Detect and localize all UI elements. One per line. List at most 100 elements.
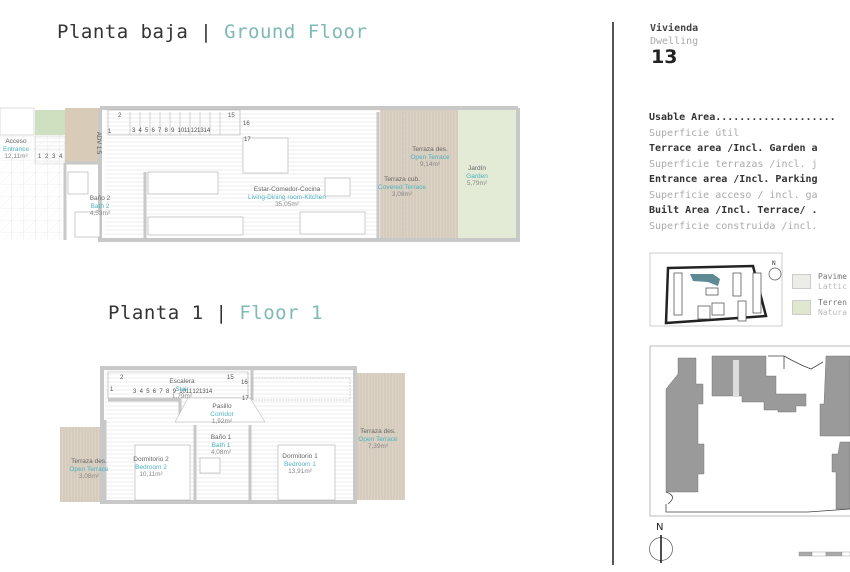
stair-step-number: 5 xyxy=(145,128,149,134)
room-name-es: Acceso xyxy=(5,138,27,145)
room-name-es: Escalera xyxy=(169,378,195,385)
terrace-area-en: Terrace area /Incl. Garden a xyxy=(649,143,818,154)
room-area: 10,11m² xyxy=(139,471,163,478)
legend-label-es: Terren xyxy=(818,298,847,307)
room-open-terrace-right: Terraza des. Open Terrace 7,39m² xyxy=(358,428,397,451)
room-area: 35,05m² xyxy=(275,201,299,208)
room-name-en: Entrance xyxy=(2,145,30,153)
stair-step-number: 1 xyxy=(110,387,114,393)
room-name-en: Corridor xyxy=(210,410,234,418)
title-en: Ground Floor xyxy=(224,21,368,43)
stair-step-number: 6 xyxy=(151,128,155,134)
room-name-en: Stair xyxy=(175,385,189,393)
stair-step-number: 5 xyxy=(146,389,150,395)
ground-floor-title: Planta baja | Ground Floor xyxy=(57,21,367,43)
room-bath-1: Baño 1 Bath 1 4,08m² xyxy=(211,434,232,457)
room-covered-terrace: Terraza cub. Covered Terrace 3,08m² xyxy=(378,176,426,199)
stair-step-number: 8 xyxy=(164,128,168,134)
room-name-en: Open Terrace xyxy=(358,435,398,443)
area-list: Usable Area.................... Superfic… xyxy=(649,110,836,234)
room-area: 9,14m² xyxy=(419,161,441,168)
room-name-es: Dormitorio 2 xyxy=(133,456,169,463)
legend-label-es: Pavime xyxy=(818,272,847,281)
stair-step-number: 17 xyxy=(242,396,249,402)
room-area: 1,79m² xyxy=(171,393,193,400)
room-stair: Escalera Stair 1,79m² xyxy=(169,378,194,401)
stair-step-number: 7 xyxy=(158,128,162,134)
room-entrance: Acceso Entrance 12,11m² xyxy=(3,138,29,161)
legend-label-en: Natura xyxy=(818,308,847,317)
room-garden: Jardín Garden 5,79m² xyxy=(466,165,488,188)
legend-swatch-natural-ground xyxy=(792,300,811,315)
stair-step-number: 17 xyxy=(244,137,251,143)
room-bedroom-2: Dormitorio 2 Bedroom 2 10,11m² xyxy=(133,456,168,479)
room-name-en: Bedroom 1 xyxy=(284,460,316,468)
stair-step-number: 9 xyxy=(171,128,175,134)
site-north-label: N xyxy=(772,260,776,267)
stair-step-number: 4 xyxy=(59,154,63,160)
room-bedroom-1: Dormitorio 1 Bedroom 1 13,91m² xyxy=(282,453,317,476)
room-name-en: Bedroom 2 xyxy=(135,463,167,471)
dwelling-label-es: Vivienda xyxy=(650,23,699,34)
room-name-en: Covered Terrace xyxy=(378,183,426,191)
room-name-en: Garden xyxy=(466,172,488,180)
room-open-terrace: Terraza des. Open Terrace 9,14m² xyxy=(410,146,449,169)
room-area: 5,79m² xyxy=(466,180,488,187)
stair-step-number: 4 xyxy=(139,389,143,395)
stair-step-number: 15 xyxy=(227,375,234,381)
divider xyxy=(612,22,614,565)
stair-step-number: 16 xyxy=(243,121,250,127)
floor1-title: Planta 1 | Floor 1 xyxy=(108,302,323,324)
stair-step-number: 4 xyxy=(138,128,142,134)
stair-step-number: 3 xyxy=(52,154,56,160)
site-plan xyxy=(649,345,850,517)
stair-step-number: 6 xyxy=(152,389,157,395)
room-area: 4,53m² xyxy=(89,210,111,217)
room-corridor: Pasillo Corridor 1,92m² xyxy=(210,403,233,426)
room-name-en: Open Terrace xyxy=(69,465,109,473)
built-area-en: Built Area /Incl. Terrace/ . xyxy=(649,205,818,216)
room-area: 7,39m² xyxy=(367,443,389,450)
usable-area-en: Usable Area.................... xyxy=(649,112,836,123)
title-en: Floor 1 xyxy=(239,302,323,324)
stair-step-number: 11 xyxy=(184,128,191,134)
scale-bar xyxy=(798,551,850,557)
room-area: 4,08m² xyxy=(210,449,232,456)
north-label: N xyxy=(656,522,664,533)
terrace-area-es: Superficie terrazas /incl. j xyxy=(649,158,818,170)
room-area: 3,08m² xyxy=(78,473,100,480)
room-name-es: Terraza des. xyxy=(71,458,107,465)
room-name-es: Baño 1 xyxy=(210,434,232,441)
stair-step-number: 14 xyxy=(203,128,211,134)
room-name-es: Jardín xyxy=(467,165,487,172)
room-open-terrace-left: Terraza des. Open Terrace 3,08m² xyxy=(69,458,108,481)
stair-step-number: 2 xyxy=(118,113,122,119)
legend-label-en: Lattic xyxy=(818,282,847,291)
stair-step-number: 2 xyxy=(120,375,124,381)
room-name-en: Bath 1 xyxy=(211,441,231,449)
dwelling-number: 13 xyxy=(651,46,678,68)
ground-floor-plan xyxy=(0,106,520,242)
entrance-area-es: Superficie acceso / incl. ga xyxy=(649,189,818,201)
room-name-en: Open Terrace xyxy=(410,153,450,161)
room-name-en: Living-Dining room-Kitchen xyxy=(247,193,327,201)
room-area: 13,91m² xyxy=(288,468,312,475)
floor-plan-sheet: Planta baja | Ground Floor ADV 1:5 1 2 3… xyxy=(0,0,850,572)
room-name-es: Terraza des. xyxy=(412,146,448,153)
entrance-area-en: Entrance area /Incl. Parking xyxy=(649,174,818,185)
stair-step-number: 15 xyxy=(228,113,235,119)
room-name-es: Estar-Comedor-Cocina xyxy=(253,186,321,193)
title-es: Planta 1 | xyxy=(108,302,228,324)
legend-swatch-paving xyxy=(792,274,811,289)
room-area: 12,11m² xyxy=(4,153,28,160)
stair-step-number: 1 xyxy=(38,154,42,160)
room-name-es: Terraza cub. xyxy=(384,176,420,183)
room-name-en: Bath 2 xyxy=(90,202,110,210)
room-living-dining-kitchen: Estar-Comedor-Cocina Living-Dining room-… xyxy=(248,186,326,209)
stair-step-number: 14 xyxy=(205,389,213,395)
room-name-es: Pasillo xyxy=(212,403,232,410)
title-es: Planta baja | xyxy=(57,21,213,43)
stair-step-number: 3 xyxy=(133,389,137,395)
room-bath-2: Baño 2 Bath 2 4,53m² xyxy=(90,195,111,218)
stair-step-number: 7 xyxy=(159,389,163,395)
